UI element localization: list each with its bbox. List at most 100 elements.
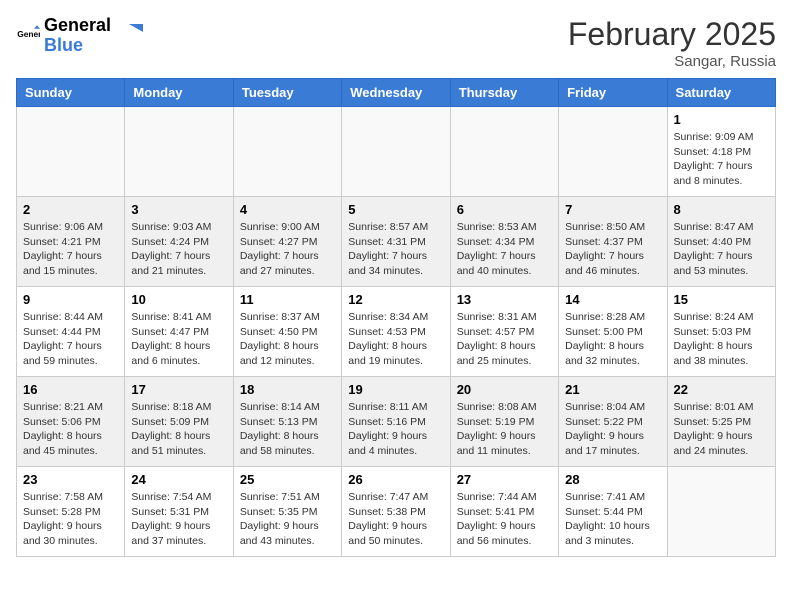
- calendar-cell: [125, 107, 233, 197]
- day-number: 4: [240, 202, 335, 217]
- day-number: 11: [240, 292, 335, 307]
- day-info: Sunrise: 8:50 AM Sunset: 4:37 PM Dayligh…: [565, 220, 660, 279]
- calendar-cell: 2 Sunrise: 9:06 AM Sunset: 4:21 PM Daylig…: [17, 197, 125, 287]
- day-info: Sunrise: 9:09 AM Sunset: 4:18 PM Dayligh…: [674, 130, 769, 189]
- day-number: 19: [348, 382, 443, 397]
- day-info: Sunrise: 7:54 AM Sunset: 5:31 PM Dayligh…: [131, 490, 226, 549]
- day-info: Sunrise: 8:53 AM Sunset: 4:34 PM Dayligh…: [457, 220, 552, 279]
- day-number: 25: [240, 472, 335, 487]
- calendar-cell: 16Sunrise: 8:21 AM Sunset: 5:06 PM Dayli…: [17, 377, 125, 467]
- calendar-cell: 25 Sunrise: 7:51 AM Sunset: 5:35 PM Dayli…: [233, 467, 341, 557]
- svg-text:General: General: [17, 29, 40, 39]
- day-info: Sunrise: 8:21 AM Sunset: 5:06 PM Dayligh…: [23, 400, 118, 459]
- day-info: Sunrise: 7:51 AM Sunset: 5:35 PM Dayligh…: [240, 490, 335, 549]
- calendar-cell: 21Sunrise: 8:04 AM Sunset: 5:22 PM Dayli…: [559, 377, 667, 467]
- day-number: 1: [674, 112, 769, 127]
- calendar-cell: 4 Sunrise: 9:00 AM Sunset: 4:27 PM Daylig…: [233, 197, 341, 287]
- day-info: Sunrise: 9:06 AM Sunset: 4:21 PM Dayligh…: [23, 220, 118, 279]
- day-info: Sunrise: 8:37 AM Sunset: 4:50 PM Dayligh…: [240, 310, 335, 369]
- day-number: 8: [674, 202, 769, 217]
- day-number: 17: [131, 382, 226, 397]
- calendar-cell: 23 Sunrise: 7:58 AM Sunset: 5:28 PM Dayli…: [17, 467, 125, 557]
- calendar-cell: 5Sunrise: 8:57 AM Sunset: 4:31 PM Daylig…: [342, 197, 450, 287]
- calendar-cell: 7 Sunrise: 8:50 AM Sunset: 4:37 PM Daylig…: [559, 197, 667, 287]
- weekday-header-tuesday: Tuesday: [233, 79, 341, 107]
- day-number: 6: [457, 202, 552, 217]
- day-info: Sunrise: 9:00 AM Sunset: 4:27 PM Dayligh…: [240, 220, 335, 279]
- calendar-cell: 12 Sunrise: 8:34 AM Sunset: 4:53 PM Dayli…: [342, 287, 450, 377]
- day-info: Sunrise: 9:03 AM Sunset: 4:24 PM Dayligh…: [131, 220, 226, 279]
- calendar-cell: 8 Sunrise: 8:47 AM Sunset: 4:40 PM Daylig…: [667, 197, 775, 287]
- day-number: 12: [348, 292, 443, 307]
- calendar-cell: 3 Sunrise: 9:03 AM Sunset: 4:24 PM Daylig…: [125, 197, 233, 287]
- day-info: Sunrise: 8:01 AM Sunset: 5:25 PM Dayligh…: [674, 400, 769, 459]
- day-info: Sunrise: 8:44 AM Sunset: 4:44 PM Dayligh…: [23, 310, 118, 369]
- day-number: 18: [240, 382, 335, 397]
- day-number: 24: [131, 472, 226, 487]
- calendar-cell: 19 Sunrise: 8:11 AM Sunset: 5:16 PM Dayli…: [342, 377, 450, 467]
- calendar-cell: 15 Sunrise: 8:24 AM Sunset: 5:03 PM Dayli…: [667, 287, 775, 377]
- day-info: Sunrise: 7:58 AM Sunset: 5:28 PM Dayligh…: [23, 490, 118, 549]
- day-number: 7: [565, 202, 660, 217]
- logo-flag-icon: [115, 22, 143, 50]
- day-number: 13: [457, 292, 552, 307]
- day-info: Sunrise: 7:41 AM Sunset: 5:44 PM Dayligh…: [565, 490, 660, 549]
- calendar-cell: 22Sunrise: 8:01 AM Sunset: 5:25 PM Dayli…: [667, 377, 775, 467]
- day-info: Sunrise: 8:11 AM Sunset: 5:16 PM Dayligh…: [348, 400, 443, 459]
- calendar-week-row: 2 Sunrise: 9:06 AM Sunset: 4:21 PM Daylig…: [17, 197, 776, 287]
- logo-general: General: [44, 15, 111, 35]
- day-number: 3: [131, 202, 226, 217]
- day-number: 2: [23, 202, 118, 217]
- weekday-header-thursday: Thursday: [450, 79, 558, 107]
- day-info: Sunrise: 7:44 AM Sunset: 5:41 PM Dayligh…: [457, 490, 552, 549]
- calendar-cell: 13 Sunrise: 8:31 AM Sunset: 4:57 PM Dayli…: [450, 287, 558, 377]
- day-info: Sunrise: 8:31 AM Sunset: 4:57 PM Dayligh…: [457, 310, 552, 369]
- day-info: Sunrise: 8:41 AM Sunset: 4:47 PM Dayligh…: [131, 310, 226, 369]
- calendar-week-row: 9 Sunrise: 8:44 AM Sunset: 4:44 PM Daylig…: [17, 287, 776, 377]
- day-number: 14: [565, 292, 660, 307]
- calendar-cell: 1 Sunrise: 9:09 AM Sunset: 4:18 PM Daylig…: [667, 107, 775, 197]
- logo: General General Blue: [16, 16, 143, 56]
- calendar-cell: 9 Sunrise: 8:44 AM Sunset: 4:44 PM Daylig…: [17, 287, 125, 377]
- day-number: 20: [457, 382, 552, 397]
- weekday-header-friday: Friday: [559, 79, 667, 107]
- day-info: Sunrise: 8:28 AM Sunset: 5:00 PM Dayligh…: [565, 310, 660, 369]
- title-block: February 2025 Sangar, Russia: [568, 16, 776, 70]
- calendar-cell: 18 Sunrise: 8:14 AM Sunset: 5:13 PM Dayli…: [233, 377, 341, 467]
- calendar-cell: 17 Sunrise: 8:18 AM Sunset: 5:09 PM Dayli…: [125, 377, 233, 467]
- day-number: 15: [674, 292, 769, 307]
- page-header: General General Blue February 2025 Sanga…: [16, 16, 776, 70]
- day-number: 23: [23, 472, 118, 487]
- day-number: 26: [348, 472, 443, 487]
- day-info: Sunrise: 8:14 AM Sunset: 5:13 PM Dayligh…: [240, 400, 335, 459]
- month-title: February 2025: [568, 16, 776, 53]
- calendar-cell: [342, 107, 450, 197]
- day-number: 28: [565, 472, 660, 487]
- calendar-cell: [17, 107, 125, 197]
- day-info: Sunrise: 8:24 AM Sunset: 5:03 PM Dayligh…: [674, 310, 769, 369]
- day-info: Sunrise: 8:34 AM Sunset: 4:53 PM Dayligh…: [348, 310, 443, 369]
- day-number: 27: [457, 472, 552, 487]
- calendar-cell: 27 Sunrise: 7:44 AM Sunset: 5:41 PM Dayli…: [450, 467, 558, 557]
- weekday-header-monday: Monday: [125, 79, 233, 107]
- day-info: Sunrise: 8:47 AM Sunset: 4:40 PM Dayligh…: [674, 220, 769, 279]
- logo-icon: General: [16, 24, 40, 48]
- day-info: Sunrise: 7:47 AM Sunset: 5:38 PM Dayligh…: [348, 490, 443, 549]
- calendar-cell: 28 Sunrise: 7:41 AM Sunset: 5:44 PM Dayli…: [559, 467, 667, 557]
- weekday-header-row: SundayMondayTuesdayWednesdayThursdayFrid…: [17, 79, 776, 107]
- weekday-header-wednesday: Wednesday: [342, 79, 450, 107]
- calendar-cell: 26 Sunrise: 7:47 AM Sunset: 5:38 PM Dayli…: [342, 467, 450, 557]
- day-number: 5: [348, 202, 443, 217]
- day-number: 9: [23, 292, 118, 307]
- location: Sangar, Russia: [568, 53, 776, 70]
- weekday-header-saturday: Saturday: [667, 79, 775, 107]
- calendar-cell: 10 Sunrise: 8:41 AM Sunset: 4:47 PM Dayli…: [125, 287, 233, 377]
- day-info: Sunrise: 8:18 AM Sunset: 5:09 PM Dayligh…: [131, 400, 226, 459]
- calendar-week-row: 23 Sunrise: 7:58 AM Sunset: 5:28 PM Dayli…: [17, 467, 776, 557]
- calendar-week-row: 16Sunrise: 8:21 AM Sunset: 5:06 PM Dayli…: [17, 377, 776, 467]
- calendar-cell: 14 Sunrise: 8:28 AM Sunset: 5:00 PM Dayli…: [559, 287, 667, 377]
- logo-blue: Blue: [44, 36, 111, 56]
- day-number: 10: [131, 292, 226, 307]
- calendar-table: SundayMondayTuesdayWednesdayThursdayFrid…: [16, 78, 776, 557]
- weekday-header-sunday: Sunday: [17, 79, 125, 107]
